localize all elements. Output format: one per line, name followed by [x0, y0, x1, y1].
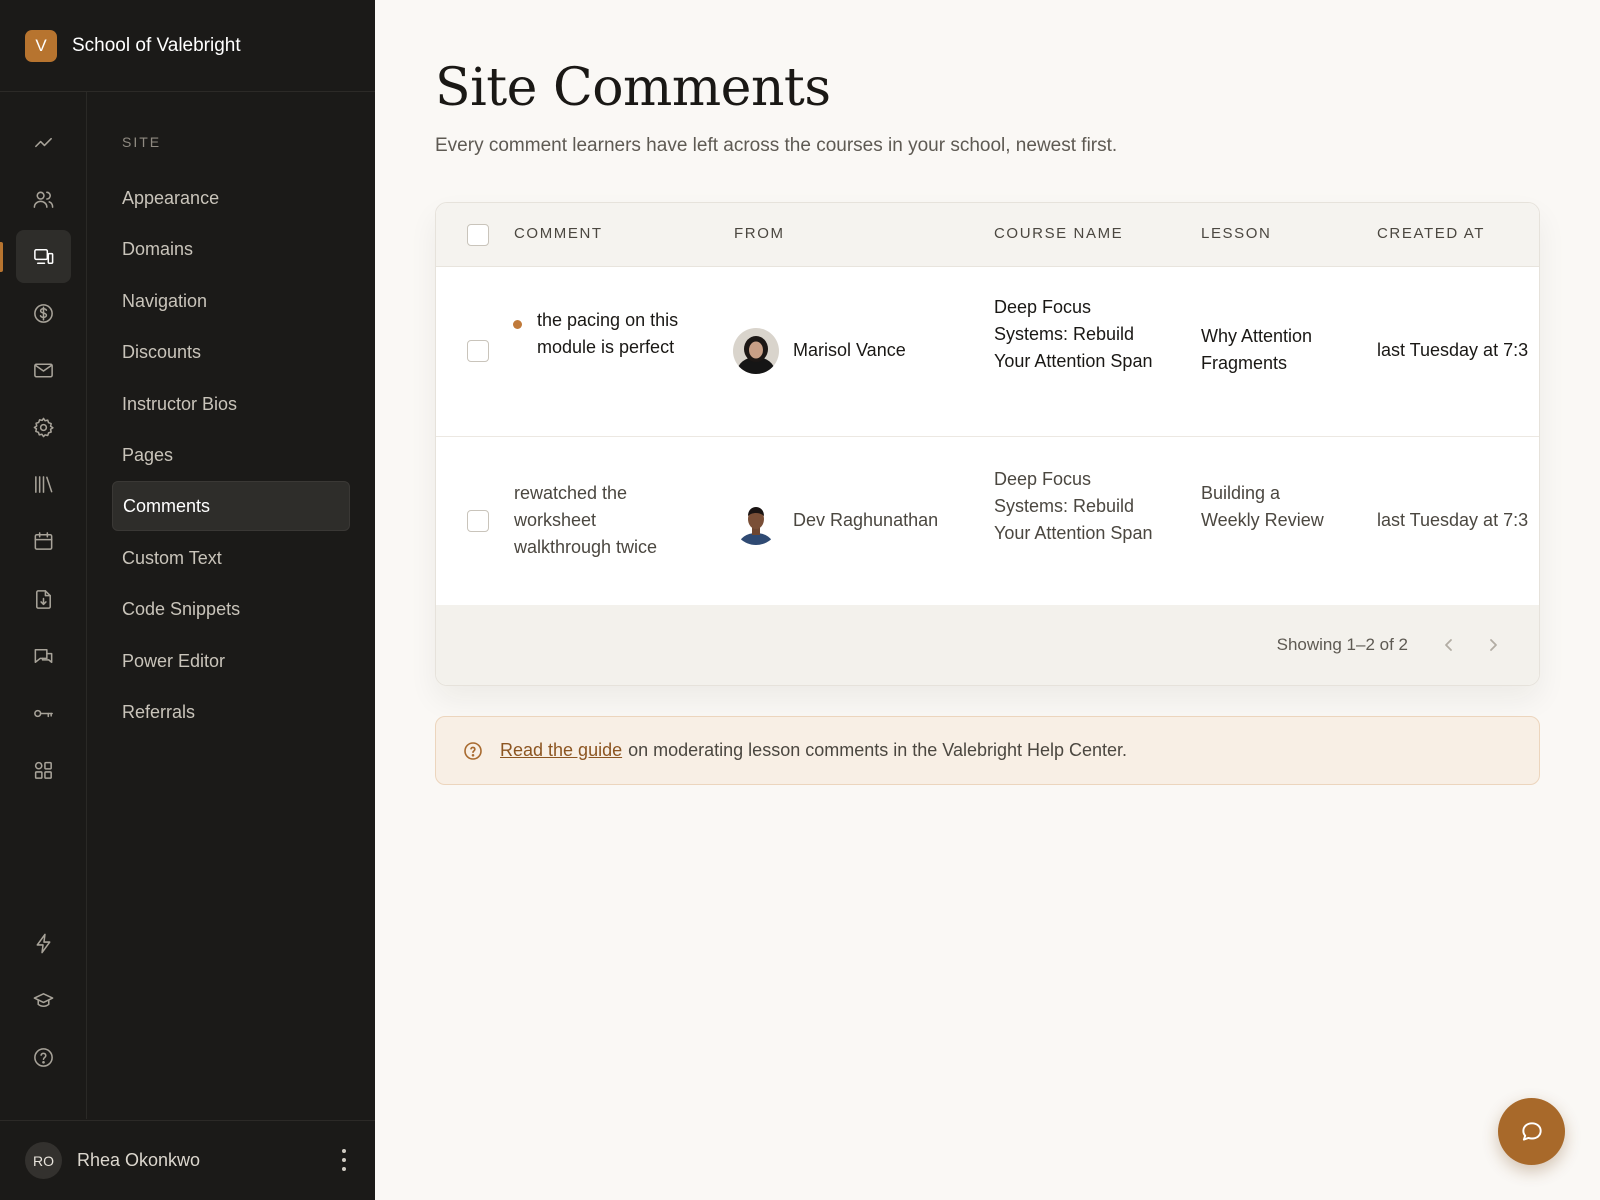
- column-header-comment[interactable]: COMMENT: [514, 225, 603, 242]
- comments-table: COMMENT FROM COURSE NAME LESSON CREATED …: [435, 202, 1540, 686]
- apps-icon[interactable]: [16, 744, 71, 797]
- pagination-summary: Showing 1–2 of 2: [1276, 635, 1408, 654]
- school-name: School of Valebright: [72, 34, 241, 56]
- table-row[interactable]: the pacing on this module is perfect Mar…: [436, 267, 1539, 437]
- from-name[interactable]: Dev Raghunathan: [793, 507, 938, 534]
- mail-icon[interactable]: [16, 344, 71, 397]
- help-banner: Read the guide on moderating lesson comm…: [435, 716, 1540, 785]
- submenu-item-domains[interactable]: Domains: [112, 224, 350, 274]
- chat-bubble-icon: [1521, 1121, 1542, 1141]
- chevron-left-icon[interactable]: [1437, 633, 1461, 657]
- column-header-course-name[interactable]: COURSE NAME: [994, 225, 1123, 242]
- graduation-cap-icon[interactable]: [16, 974, 71, 1027]
- unread-indicator: [513, 320, 522, 329]
- brand[interactable]: V School of Valebright: [0, 0, 375, 92]
- file-download-icon[interactable]: [16, 573, 71, 626]
- submenu-item-navigation[interactable]: Navigation: [112, 276, 350, 326]
- chat-support-button[interactable]: [1498, 1098, 1565, 1165]
- row-checkbox[interactable]: [467, 510, 489, 532]
- submenu-item-power-editor[interactable]: Power Editor: [112, 636, 350, 686]
- submenu-item-code-snippets[interactable]: Code Snippets: [112, 584, 350, 634]
- devices-icon[interactable]: [16, 230, 71, 283]
- column-header-created-at[interactable]: CREATED AT: [1377, 225, 1485, 242]
- submenu-item-custom-text[interactable]: Custom Text: [112, 533, 350, 583]
- library-icon[interactable]: [16, 458, 71, 511]
- avatar: [733, 499, 779, 545]
- help-circle-icon: [464, 741, 482, 760]
- comment-text[interactable]: rewatched the worksheet walkthrough twic…: [514, 480, 689, 561]
- course-name[interactable]: Deep Focus Systems: Rebuild Your Attenti…: [994, 294, 1164, 375]
- settings-icon[interactable]: [16, 401, 71, 454]
- user-bar[interactable]: RO Rhea Okonkwo: [0, 1120, 375, 1200]
- created-at: last Tuesday at 7:3: [1377, 510, 1529, 530]
- avatar: RO: [25, 1142, 62, 1179]
- active-indicator: [0, 242, 3, 272]
- column-header-lesson[interactable]: LESSON: [1201, 225, 1271, 242]
- help-icon[interactable]: [16, 1031, 71, 1084]
- page-title: Site Comments: [435, 58, 831, 118]
- help-text: on moderating lesson comments in the Val…: [628, 740, 1128, 760]
- submenu-item-instructor-bios[interactable]: Instructor Bios: [112, 379, 350, 429]
- users-icon[interactable]: [16, 173, 71, 226]
- course-name[interactable]: Deep Focus Systems: Rebuild Your Attenti…: [994, 466, 1164, 547]
- dollar-icon[interactable]: [16, 287, 71, 340]
- submenu-item-appearance[interactable]: Appearance: [112, 173, 350, 223]
- submenu-item-referrals[interactable]: Referrals: [112, 687, 350, 737]
- lightning-icon[interactable]: [16, 917, 71, 970]
- avatar: [733, 328, 779, 374]
- lesson-name[interactable]: Why Attention Fragments: [1201, 323, 1351, 377]
- submenu-item-comments[interactable]: Comments: [112, 481, 350, 531]
- key-icon[interactable]: [16, 687, 71, 740]
- more-vertical-icon[interactable]: [341, 1149, 347, 1171]
- help-guide-link[interactable]: Read the guide: [500, 740, 622, 761]
- row-checkbox[interactable]: [467, 340, 489, 362]
- select-all-checkbox[interactable]: [467, 224, 489, 246]
- chat-icon[interactable]: [16, 630, 71, 683]
- table-header: COMMENT FROM COURSE NAME LESSON CREATED …: [436, 203, 1539, 267]
- calendar-icon[interactable]: [16, 515, 71, 568]
- lesson-name[interactable]: Building a Weekly Review: [1201, 480, 1331, 534]
- submenu-item-pages[interactable]: Pages: [112, 430, 350, 480]
- table-row[interactable]: rewatched the worksheet walkthrough twic…: [436, 437, 1539, 607]
- sidebar: V School of Valebright SITE Appearance D…: [0, 0, 375, 1200]
- column-header-from[interactable]: FROM: [734, 225, 785, 242]
- submenu-heading: SITE: [122, 134, 162, 150]
- submenu-item-discounts[interactable]: Discounts: [112, 327, 350, 377]
- from-name[interactable]: Marisol Vance: [793, 337, 906, 364]
- page-subtitle: Every comment learners have left across …: [435, 135, 1118, 156]
- analytics-icon[interactable]: [16, 117, 71, 170]
- icon-rail: [0, 92, 87, 1119]
- user-name: Rhea Okonkwo: [77, 1150, 201, 1170]
- brand-logo: V: [25, 29, 57, 62]
- table-footer: Showing 1–2 of 2: [436, 605, 1539, 685]
- created-at: last Tuesday at 7:3: [1377, 340, 1529, 360]
- comment-text[interactable]: the pacing on this module is perfect: [537, 307, 687, 361]
- chevron-right-icon[interactable]: [1481, 633, 1505, 657]
